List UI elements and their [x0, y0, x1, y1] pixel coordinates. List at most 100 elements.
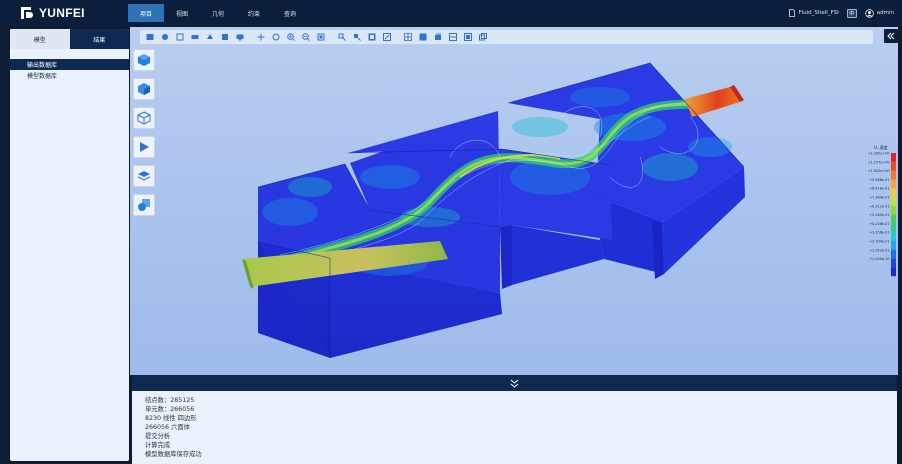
main-menu: 项目 视图 几何 约束 查询: [128, 4, 308, 22]
outlet-pipe: [685, 87, 740, 117]
legend-label: +4.208e-01: [869, 222, 889, 226]
legend-swatch: [891, 179, 896, 189]
layers-icon: [137, 171, 151, 181]
pan-icon[interactable]: [257, 33, 265, 41]
log-line: 结点数：285125: [145, 397, 195, 404]
log-line: 266056 六面体: [145, 424, 190, 431]
user-menu[interactable]: admin: [865, 8, 894, 18]
tab-model[interactable]: 模型: [10, 29, 70, 49]
log-line: 单元数：266056: [145, 406, 195, 413]
legend-label: +1.262e+00: [868, 152, 890, 156]
menu-item-project[interactable]: 项目: [128, 4, 164, 22]
view-front-icon[interactable]: [161, 33, 169, 41]
legend-swatch: [891, 223, 896, 233]
legend-swatch: [891, 161, 896, 171]
wireframe-display-icon: [137, 111, 151, 125]
display-mode-tools: [133, 49, 157, 223]
yunfei-logo-icon: [21, 7, 33, 19]
view-toolbar: [140, 30, 873, 44]
legend-label: +1.000e-10: [869, 257, 889, 261]
view-side-icon[interactable]: [191, 33, 199, 41]
pointer-icon: [140, 142, 149, 152]
shaded-display-icon: [138, 83, 150, 95]
solid-display-icon: [138, 54, 150, 66]
top-right-controls: Fluid_Shell_FSI 中 admin: [789, 5, 894, 21]
legend-swatch: [891, 188, 896, 197]
menu-item-view[interactable]: 视图: [164, 4, 200, 22]
copy-view-icon[interactable]: [479, 33, 487, 41]
collapse-panel-button[interactable]: [884, 29, 898, 43]
select-box-icon[interactable]: [383, 33, 391, 41]
legend-label: +6.312e-01: [869, 204, 889, 208]
section-icon[interactable]: [449, 33, 457, 41]
display-icon[interactable]: [419, 33, 427, 41]
top-bar: YUNFEI 项目 视图 几何 约束 查询 Fluid_Shell_FSI 中 …: [0, 0, 902, 26]
legend-swatch: [891, 258, 896, 268]
rotate-icon[interactable]: [272, 33, 280, 41]
view-iso-icon[interactable]: [146, 33, 154, 41]
legend-label: +3.156e-01: [869, 231, 889, 235]
legend-label: +2.104e-01: [869, 240, 889, 244]
legend-swatch: [891, 170, 896, 180]
menu-item-query[interactable]: 查询: [272, 4, 308, 22]
select-face-icon[interactable]: [368, 33, 376, 41]
legend-swatch: [891, 214, 896, 224]
legend-label: +1.052e-01: [869, 248, 889, 252]
layer-icon[interactable]: [434, 33, 442, 41]
legend-swatch: [891, 232, 896, 241]
clip-icon[interactable]: [464, 33, 472, 41]
file-icon: [789, 9, 796, 17]
wireframe-display-button[interactable]: [133, 107, 155, 129]
user-avatar-icon: [865, 8, 874, 18]
view-top-icon[interactable]: [176, 33, 184, 41]
message-console: 结点数：285125 单元数：266056 8230 线性 四边形 266056…: [132, 391, 897, 464]
legend-swatch: [891, 249, 896, 259]
transparent-button[interactable]: [133, 194, 155, 216]
select-element-icon[interactable]: [353, 33, 361, 41]
view-back-icon[interactable]: [206, 33, 214, 41]
mesh-icon[interactable]: [404, 33, 412, 41]
legend-swatch: [891, 205, 896, 215]
select-node-icon[interactable]: [338, 33, 346, 41]
fit-view-icon[interactable]: [317, 33, 325, 41]
tree-item-model-database[interactable]: 模型数据库: [10, 70, 129, 81]
legend-swatch: [891, 153, 896, 162]
left-panel: 模型 结果 输出数据库 模型数据库: [10, 29, 129, 461]
menu-item-constraint[interactable]: 约束: [236, 4, 272, 22]
legend-header: U, 速度: [874, 144, 887, 150]
project-file[interactable]: Fluid_Shell_FSI: [789, 9, 839, 17]
project-file-name: Fluid_Shell_FSI: [798, 10, 839, 16]
double-chevron-down-icon: [510, 379, 519, 388]
language-toggle[interactable]: 中: [846, 8, 857, 18]
tab-results[interactable]: 结果: [69, 29, 129, 49]
tree-item-output-database[interactable]: 输出数据库: [10, 59, 129, 70]
legend-label: +9.468e-01: [869, 178, 889, 182]
legend-label: +7.364e-01: [869, 196, 889, 200]
left-panel-tabs: 模型 结果: [10, 29, 129, 49]
view-bottom-icon[interactable]: [221, 33, 229, 41]
layers-button[interactable]: [133, 165, 155, 187]
fluid-model-render[interactable]: [130, 27, 898, 375]
zoom-out-icon[interactable]: [302, 33, 310, 41]
brand-name: YUNFEI: [39, 6, 85, 20]
user-name: admin: [876, 10, 894, 16]
result-tree: 输出数据库 模型数据库: [10, 59, 129, 81]
legend-label: +1.052e+00: [868, 169, 890, 173]
log-line: 8230 线性 四边形: [145, 415, 197, 422]
legend-swatch: [891, 197, 896, 206]
log-line: 模型数据库保存成功: [145, 451, 202, 458]
solid-display-button[interactable]: [133, 49, 155, 71]
zoom-in-icon[interactable]: [287, 33, 295, 41]
legend-swatch: [891, 267, 896, 277]
legend-label: +5.260e-01: [869, 213, 889, 217]
view-screen-icon[interactable]: [236, 33, 244, 41]
log-line: 提交分析: [145, 433, 171, 440]
shaded-display-button[interactable]: [133, 78, 155, 100]
menu-item-geometry[interactable]: 几何: [200, 4, 236, 22]
console-toggle-bar[interactable]: [132, 375, 897, 391]
3d-viewport[interactable]: U, 速度 +1.262e+00 +1.157e+00 +1.052e+00 +9.4…: [130, 27, 898, 375]
color-legend: U, 速度 +1.262e+00 +1.157e+00 +1.052e+00 +9.4…: [868, 144, 896, 277]
pointer-button[interactable]: [133, 136, 155, 158]
legend-label: +1.157e+00: [868, 160, 890, 164]
log-line: 计算完成: [145, 442, 171, 449]
